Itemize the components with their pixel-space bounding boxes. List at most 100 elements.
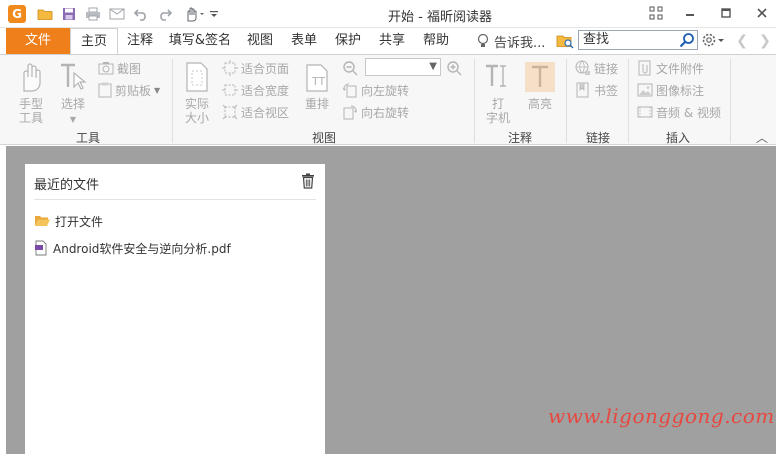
typewriter-button[interactable]: 打 字机 — [480, 61, 516, 125]
zoom-in-icon[interactable] — [446, 59, 462, 77]
print-icon[interactable] — [84, 5, 102, 23]
rotate-right-icon — [343, 105, 357, 120]
panel-divider — [34, 199, 316, 200]
audio-video-button[interactable]: 音频 & 视频 — [637, 103, 721, 121]
open-file-label: 打开文件 — [55, 214, 104, 229]
group-separator — [628, 59, 629, 143]
tell-me[interactable]: 告诉我... — [476, 32, 545, 51]
tab-form[interactable]: 表单 — [284, 28, 324, 54]
link-button[interactable]: 链接 — [575, 59, 618, 77]
zoom-select[interactable]: ▼ — [365, 58, 441, 76]
fit-width-label: 适合宽度 — [241, 83, 290, 98]
typewriter-icon — [486, 64, 506, 87]
fit-visible-label: 适合视区 — [241, 105, 290, 120]
select-tool-button[interactable]: 选择 ▼ — [54, 61, 92, 127]
image-annotation-button[interactable]: 图像标注 — [637, 81, 704, 99]
recent-file-name: Android软件安全与逆向分析.pdf — [53, 241, 231, 256]
zoom-out-icon[interactable] — [342, 59, 358, 77]
group-separator — [566, 59, 567, 143]
email-icon[interactable] — [108, 5, 126, 23]
clipboard-button[interactable]: 剪贴板 ▼ — [98, 81, 160, 99]
open-folder-icon[interactable] — [36, 5, 54, 23]
fit-visible-button[interactable]: 适合视区 — [222, 103, 289, 121]
tab-view[interactable]: 视图 — [240, 28, 280, 54]
save-icon[interactable] — [60, 5, 78, 23]
group-label-insert: 插入 — [665, 131, 690, 145]
rotate-left-button[interactable]: 向左旋转 — [342, 81, 409, 99]
search-icon[interactable] — [679, 32, 695, 54]
typewriter-label-2: 字机 — [485, 111, 510, 125]
image-icon — [637, 83, 653, 97]
highlight-label: 高亮 — [527, 97, 552, 111]
camera-icon — [98, 62, 114, 75]
window-title: 开始 - 福昕阅读器 — [388, 10, 492, 25]
folder-open-icon — [35, 216, 50, 226]
customize-dropdown-icon[interactable] — [208, 5, 220, 23]
tab-help[interactable]: 帮助 — [416, 28, 456, 54]
image-annotation-label: 图像标注 — [656, 83, 705, 98]
app-logo[interactable]: G — [8, 5, 26, 23]
lightbulb-icon — [477, 33, 489, 47]
highlight-button[interactable]: 高亮 — [522, 61, 558, 111]
reflow-icon: TT — [306, 64, 328, 92]
trash-icon[interactable] — [301, 173, 315, 192]
open-file-item[interactable]: 打开文件 — [34, 211, 103, 231]
actual-size-label-1: 实际 — [184, 97, 209, 111]
fit-width-icon — [222, 84, 238, 96]
group-label-comment: 注释 — [507, 131, 532, 145]
settings-gear-icon[interactable] — [701, 31, 727, 52]
file-attachment-label: 文件附件 — [656, 61, 705, 76]
attachment-icon — [638, 60, 651, 76]
group-label-link: 链接 — [585, 131, 610, 145]
search-input[interactable]: 查找 — [578, 30, 698, 50]
reflow-button[interactable]: TT 重排 — [300, 61, 334, 111]
file-attachment-button[interactable]: 文件附件 — [637, 59, 704, 77]
snapshot-button[interactable]: 截图 — [98, 59, 141, 77]
clipboard-dropdown-icon[interactable]: ▼ — [154, 86, 160, 95]
select-dropdown-icon[interactable]: ▼ — [70, 115, 76, 124]
bookmark-label: 书签 — [594, 83, 619, 98]
actual-size-button[interactable]: 实际 大小 — [178, 61, 216, 125]
find-folder-icon[interactable] — [556, 32, 574, 50]
tab-share[interactable]: 共享 — [372, 28, 412, 54]
ribbon-display-icon[interactable] — [646, 4, 666, 22]
undo-icon[interactable] — [132, 5, 150, 23]
minimize-icon[interactable] — [680, 4, 700, 22]
group-separator — [730, 59, 731, 143]
hand-tool-icon[interactable] — [182, 5, 206, 23]
rotate-right-button[interactable]: 向右旋转 — [342, 103, 409, 121]
search-input-value: 查找 — [583, 32, 610, 47]
reflow-label: 重排 — [304, 97, 329, 111]
pdf-file-icon — [35, 240, 47, 256]
fit-page-button[interactable]: 适合页面 — [222, 59, 289, 77]
tab-comment[interactable]: 注释 — [120, 28, 160, 54]
fit-page-label: 适合页面 — [241, 61, 290, 76]
close-icon[interactable] — [752, 4, 772, 22]
recent-file-item[interactable]: Android软件安全与逆向分析.pdf — [34, 238, 231, 258]
tab-file[interactable]: 文件 — [6, 28, 70, 54]
fit-page-icon — [222, 60, 238, 76]
hand-tool-button[interactable]: 手型 工具 — [12, 61, 50, 125]
left-edge-strip — [0, 146, 6, 454]
clipboard-icon — [98, 82, 112, 98]
hand-tool-label-1: 手型 — [18, 97, 43, 111]
tab-fill-sign[interactable]: 填写&签名 — [164, 28, 236, 54]
bookmark-button[interactable]: 书签 — [575, 81, 618, 99]
link-label: 链接 — [594, 61, 619, 76]
hand-tool-label-2: 工具 — [18, 111, 43, 125]
tab-home[interactable]: 主页 — [70, 28, 118, 54]
prev-nav-icon[interactable]: ❮ — [735, 33, 749, 49]
snapshot-label: 截图 — [117, 61, 142, 76]
collapse-ribbon-icon[interactable]: ︿ — [756, 129, 768, 146]
next-nav-icon[interactable]: ❯ — [758, 33, 772, 49]
typewriter-label-1: 打 — [491, 97, 504, 111]
highlight-icon — [525, 62, 555, 92]
actual-size-icon — [186, 62, 208, 92]
clipboard-label: 剪贴板 — [115, 83, 152, 98]
media-icon — [637, 106, 653, 118]
tab-protect[interactable]: 保护 — [328, 28, 368, 54]
fit-width-button[interactable]: 适合宽度 — [222, 81, 289, 99]
redo-icon[interactable] — [156, 5, 174, 23]
restore-icon[interactable] — [716, 4, 736, 22]
zoom-dropdown-icon[interactable]: ▼ — [429, 61, 437, 72]
